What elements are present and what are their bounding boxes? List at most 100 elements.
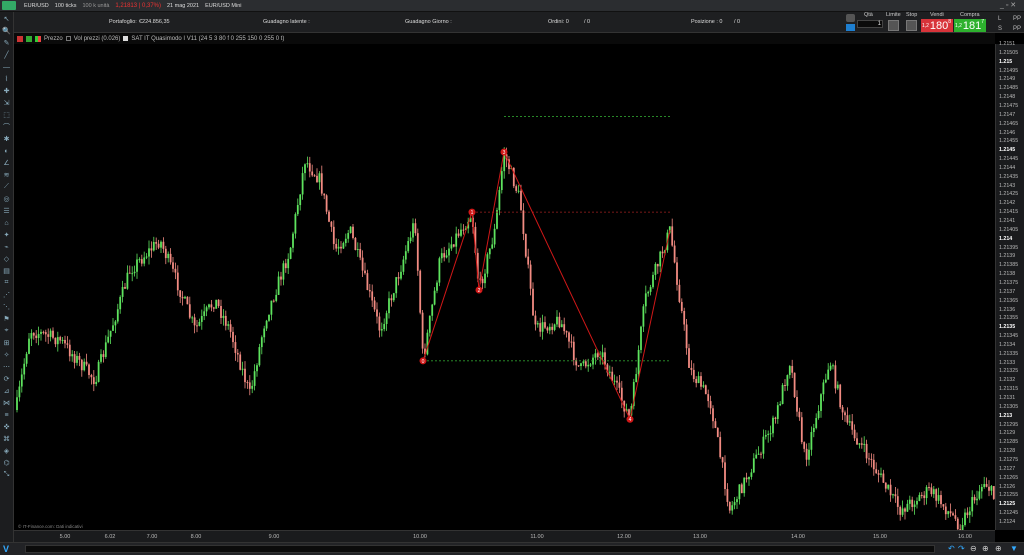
zoom-fit-icon[interactable]: ⊕ <box>995 544 1002 553</box>
drawing-tool-icon[interactable]: ◈ <box>2 446 12 456</box>
candle-down <box>150 248 153 251</box>
qty-input[interactable]: 1 <box>857 20 883 28</box>
candle-down <box>311 171 314 176</box>
zoom-out-icon[interactable]: ⊖ <box>970 544 977 553</box>
candle-down <box>973 496 976 501</box>
pp-long-label[interactable]: PP <box>1013 16 1021 22</box>
pattern-point-label: 2 <box>478 288 481 294</box>
lock-icon[interactable] <box>846 14 855 22</box>
drawing-tool-icon[interactable]: ≋ <box>2 170 12 180</box>
drawing-tool-icon[interactable]: ╱ <box>2 50 12 60</box>
legend-indicator[interactable]: SAT IT Quasimodo I V11 (24 5 3 80 f 0 25… <box>131 36 284 42</box>
position-label[interactable]: Posizione : 0 <box>691 19 723 25</box>
price-label: 1.2141 <box>999 218 1016 224</box>
drawing-tool-icon[interactable]: ⌬ <box>2 458 12 468</box>
checkbox-icon[interactable] <box>65 36 71 41</box>
drawing-tool-icon[interactable]: 🔍 <box>2 26 12 36</box>
checkbox-icon[interactable] <box>123 36 129 41</box>
candle-down <box>515 186 518 191</box>
stop-order-button[interactable] <box>906 20 917 31</box>
filter-icon[interactable]: ▼ <box>1010 544 1018 553</box>
candle-up <box>748 476 750 480</box>
drawing-tool-icon[interactable]: ✎ <box>2 38 12 48</box>
candle-down <box>397 277 400 279</box>
window-controls[interactable]: _ ▫ ✕ <box>1000 1 1016 9</box>
units-selector[interactable]: 100 k unità <box>82 3 109 9</box>
drawing-tool-icon[interactable]: ◐ <box>2 146 12 156</box>
drawing-tool-icon[interactable]: ⌗ <box>2 278 12 288</box>
drawing-tool-icon[interactable]: ⌇ <box>2 74 12 84</box>
drawing-tool-icon[interactable]: — <box>2 62 12 72</box>
candle-up <box>553 324 556 330</box>
drawing-tool-icon[interactable]: ⬚ <box>2 110 12 120</box>
price-scale[interactable]: 1.2151 1.21505 1.215 1.21495 1.2149 1.21485 1.… <box>995 41 1024 530</box>
candle-up <box>433 290 436 305</box>
drawing-tool-icon[interactable]: ✱ <box>2 134 12 144</box>
legend-volume[interactable]: Vol prezzi (0.026) <box>74 36 121 42</box>
drawing-tool-icon[interactable]: ⟋ <box>2 182 12 192</box>
chart-scrollbar[interactable] <box>25 545 935 553</box>
drawing-tool-icon[interactable]: ▤ <box>2 266 12 276</box>
candle-down <box>44 332 47 335</box>
candle-up <box>109 330 112 337</box>
drawing-tool-icon[interactable]: ⊞ <box>2 338 12 348</box>
close-icon[interactable] <box>17 35 23 42</box>
drawing-tool-icon[interactable]: ✧ <box>2 350 12 360</box>
pp-short-label[interactable]: PP <box>1013 26 1021 32</box>
undo-icon[interactable]: ↶ <box>948 544 955 553</box>
candle-up <box>356 249 359 251</box>
drawing-tool-icon[interactable]: ⟳ <box>2 374 12 384</box>
drawing-tool-icon[interactable]: ⇲ <box>2 98 12 108</box>
drawing-tool-icon[interactable]: ◎ <box>2 194 12 204</box>
candle-down <box>124 286 126 289</box>
pattern-point-label: 0 <box>422 359 425 365</box>
drawing-tool-icon[interactable]: ⌁ <box>2 242 12 252</box>
drawing-tool-icon[interactable]: ↖ <box>2 14 12 24</box>
drawing-tool-icon[interactable]: ⋰ <box>2 290 12 300</box>
candle-down <box>368 289 371 292</box>
orders-label[interactable]: Ordini: 0 <box>548 19 569 25</box>
candle-down <box>944 506 947 515</box>
drawing-tool-icon[interactable]: ⚑ <box>2 314 12 324</box>
ticks-selector[interactable]: 100 ticks <box>55 3 77 9</box>
legend-price[interactable]: Prezzo <box>44 36 63 42</box>
buy-button[interactable]: 1,2 181 7 <box>954 19 986 32</box>
drawing-tool-icon[interactable]: ⌒ <box>2 122 12 132</box>
price-label: 1.215 <box>999 58 1013 65</box>
drawing-tool-icon[interactable]: ✚ <box>2 86 12 96</box>
calculator-icon[interactable] <box>846 24 855 31</box>
symbol-selector[interactable]: EUR/USD <box>24 3 49 9</box>
drawing-tool-icon[interactable]: ⋈ <box>2 398 12 408</box>
candle-up <box>613 380 616 382</box>
drawing-tool-icon[interactable]: ☰ <box>2 206 12 216</box>
candle-up <box>342 243 345 249</box>
zoom-in-icon[interactable]: ⊕ <box>982 544 989 553</box>
candle-up <box>642 306 645 327</box>
candle-down <box>155 241 158 244</box>
short-label[interactable]: S <box>998 26 1002 32</box>
drawing-tool-icon[interactable]: ✜ <box>2 422 12 432</box>
drawing-tool-icon[interactable]: ⤡ <box>2 470 12 480</box>
candle-down <box>186 296 189 305</box>
candle-down <box>740 484 743 494</box>
settings-icon[interactable] <box>26 35 32 42</box>
drawing-tool-icon[interactable]: ⋯ <box>2 362 12 372</box>
price-label: 1.2139 <box>999 253 1016 260</box>
drawing-tool-icon[interactable]: ⋱ <box>2 302 12 312</box>
long-label[interactable]: L <box>998 16 1001 22</box>
drawing-tool-icon[interactable]: ⌂ <box>2 218 12 228</box>
drawing-tool-icon[interactable]: ⊿ <box>2 386 12 396</box>
drawing-tool-icon[interactable]: ⌖ <box>2 326 12 336</box>
redo-icon[interactable]: ↷ <box>958 544 965 553</box>
drawing-tool-icon[interactable]: ◇ <box>2 254 12 264</box>
limit-order-button[interactable] <box>888 20 899 31</box>
time-axis[interactable]: 5.00 6.02 7.00 8.00 9.00 10.00 11.00 12.00 13.00… <box>14 530 995 542</box>
sell-button[interactable]: 1,2 180 8 <box>921 19 953 32</box>
price-label: 1.21425 <box>999 191 1019 198</box>
drawing-tool-icon[interactable]: ✦ <box>2 230 12 240</box>
drawing-tool-icon[interactable]: ⌘ <box>2 434 12 444</box>
candle-up <box>208 304 210 308</box>
price-chart[interactable]: 0 1 2 3 4 <box>14 44 995 530</box>
drawing-tool-icon[interactable]: ∠ <box>2 158 12 168</box>
drawing-tool-icon[interactable]: ≡ <box>2 410 12 420</box>
